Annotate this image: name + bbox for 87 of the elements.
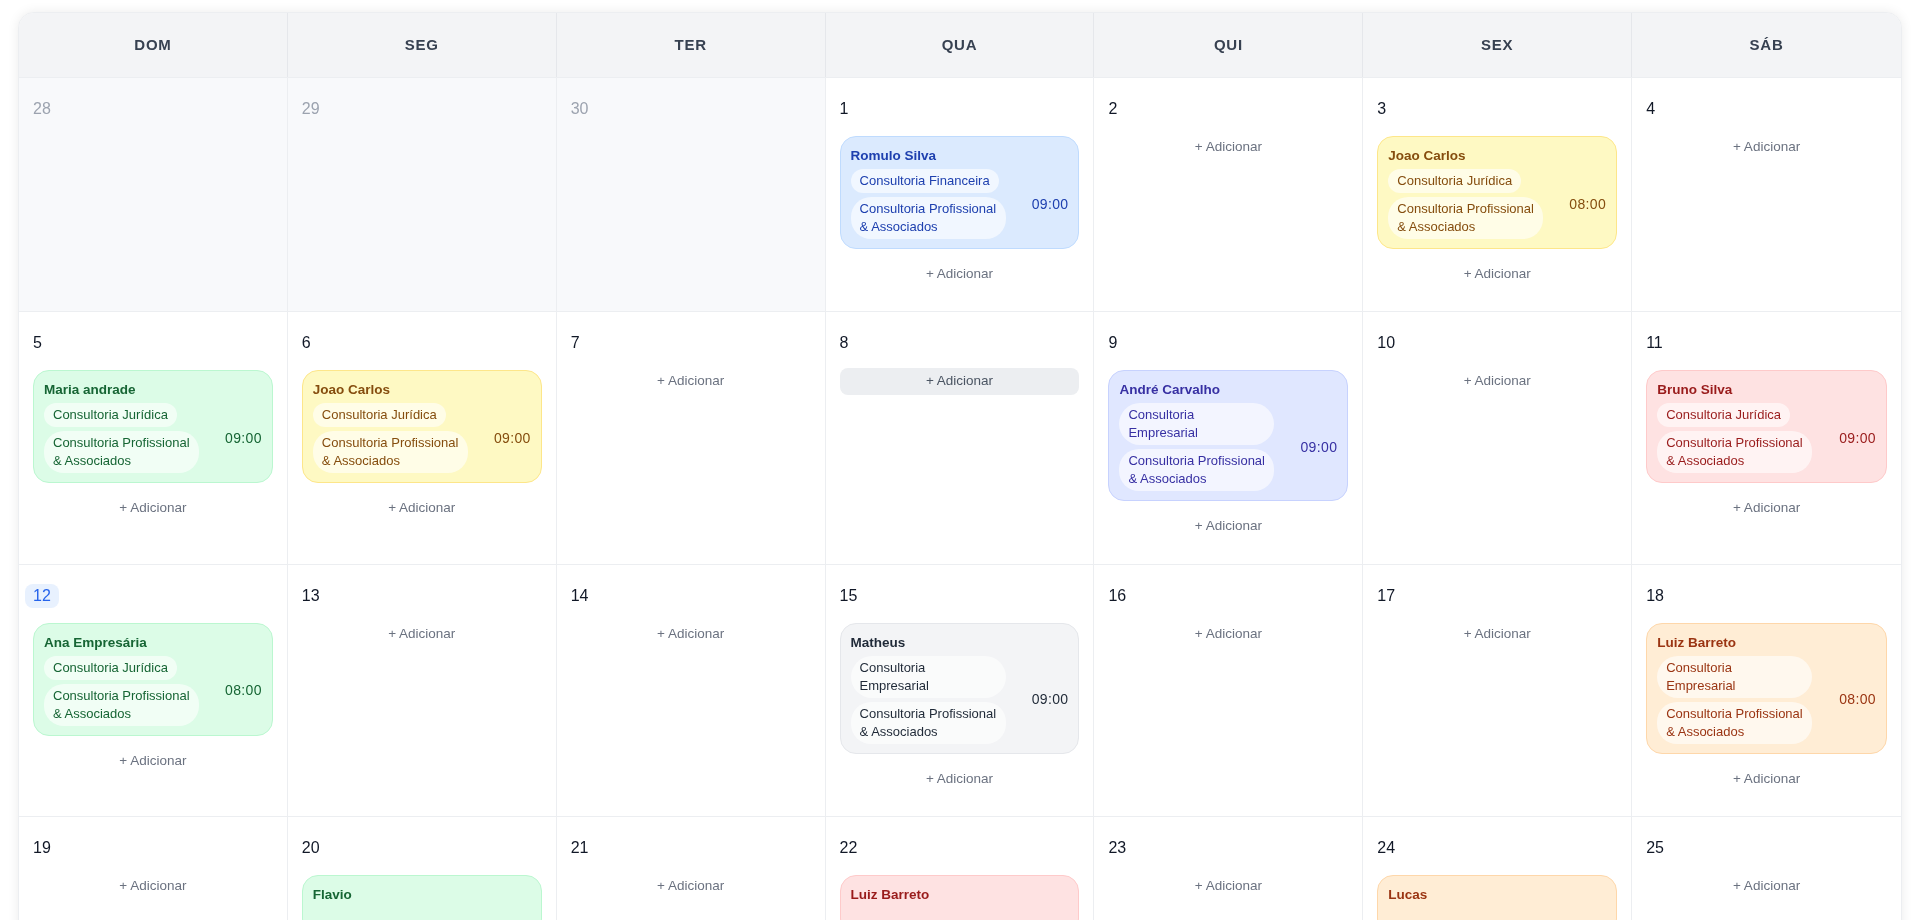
day-number: 8: [838, 333, 850, 354]
day-number: 30: [569, 99, 590, 119]
day-number: 7: [569, 333, 581, 354]
service-tag: Consultoria Empresarial: [850, 655, 1006, 698]
client-name: André Carvalho: [1119, 381, 1221, 400]
client-name: Maria andrade: [44, 381, 137, 400]
day-number: 12: [25, 583, 59, 608]
day-number: 2: [1107, 99, 1119, 119]
client-name: Flavio: [312, 885, 353, 904]
appointment-time: 09:00: [1031, 690, 1069, 709]
service-tag: Consultoria Profissional & Associados: [1657, 431, 1813, 474]
appointment-time: 09:00: [1839, 428, 1876, 448]
appointment-time: 09:00: [1300, 437, 1338, 457]
appointment-time: 09:00: [225, 428, 262, 448]
weekday-header: DOM: [134, 34, 172, 55]
service-tag: Consultoria Profissional & Associados: [1657, 701, 1813, 744]
service-tag: Consultoria Profissional & Associados: [312, 431, 468, 474]
client-name: Ana Empresária: [44, 633, 148, 652]
weekday-header: SÁB: [1749, 34, 1784, 55]
client-name: Romulo Silva: [850, 147, 938, 165]
day-number: 23: [1107, 837, 1128, 858]
client-name: Matheus: [850, 633, 907, 652]
day-number: 4: [1645, 99, 1657, 119]
day-number: 5: [32, 333, 43, 354]
appointment-card[interactable]: André Carvalho Consultoria Empresarial Consultoria Profissional & Associados 09:00: [1108, 370, 1349, 502]
service-tag: Consultoria Profissional & Associados: [850, 197, 1006, 239]
appointment-time: 09:00: [1031, 194, 1069, 214]
day-number: 25: [1645, 837, 1665, 858]
day-number: 21: [569, 837, 590, 858]
day-number: 24: [1376, 837, 1397, 858]
client-name: Joao Carlos: [1388, 147, 1467, 165]
weekday-header: QUA: [941, 34, 978, 55]
service-tag: Consultoria Profissional & Associados: [44, 683, 199, 726]
day-number: 22: [838, 837, 859, 858]
appointment-card[interactable]: Luiz Barreto: [839, 874, 1080, 920]
day-number: 20: [300, 837, 321, 858]
appointment-card[interactable]: Joao Carlos Consultoria Jurídica Consultoria Profissional & Associados 09:00: [301, 370, 542, 484]
day-number: 9: [1107, 333, 1119, 354]
day-number: 28: [32, 99, 52, 119]
appointment-card[interactable]: Maria andrade Consultoria Jurídica Consultoria Profissional & Associados 09:00: [33, 370, 273, 484]
appointment-card[interactable]: Flavio: [301, 874, 542, 920]
client-name: Luiz Barreto: [1657, 633, 1737, 652]
day-number: 11: [1645, 333, 1664, 354]
service-tag: Consultoria Jurídica: [44, 403, 177, 428]
day-number: 29: [300, 99, 321, 119]
client-name: Joao Carlos: [312, 381, 392, 400]
appointment-card[interactable]: Matheus Consultoria Empresarial Consultoria Profissional & Associados 09:00: [839, 622, 1080, 754]
weekday-header: TER: [674, 34, 707, 55]
day-number: 18: [1645, 585, 1665, 606]
appointment-card[interactable]: Joao Carlos Consultoria Jurídica Consultoria Profissional & Associados 08:00: [1377, 136, 1618, 249]
service-tag: Consultoria Jurídica: [1388, 169, 1522, 193]
add-appointment-button[interactable]: + Adicionar: [839, 368, 1080, 395]
weekday-header: SEG: [404, 34, 439, 55]
day-number: 15: [838, 585, 859, 606]
service-tag: Consultoria Profissional & Associados: [44, 431, 199, 474]
service-tag: Consultoria Financeira: [850, 169, 999, 193]
day-number: 19: [32, 837, 52, 858]
client-name: Lucas: [1388, 885, 1429, 904]
day-number: 1: [838, 99, 850, 119]
appointment-card[interactable]: Bruno Silva Consultoria Jurídica Consultoria Profissional & Associados 09:00: [1646, 370, 1887, 484]
appointment-card[interactable]: Romulo Silva Consultoria Financeira Consultoria Profissional & Associados 09:00: [839, 136, 1080, 249]
service-tag: Consultoria Jurídica: [1657, 403, 1791, 428]
day-number: 17: [1376, 585, 1397, 606]
appointment-card[interactable]: Lucas: [1377, 874, 1618, 920]
appointment-time: 08:00: [1839, 690, 1876, 709]
service-tag: Consultoria Empresarial: [1657, 655, 1813, 698]
service-tag: Consultoria Jurídica: [44, 655, 177, 680]
day-number: 6: [300, 333, 312, 354]
service-tag: Consultoria Profissional & Associados: [1388, 197, 1544, 239]
client-name: Luiz Barreto: [850, 885, 931, 904]
weekday-header: QUI: [1213, 34, 1243, 55]
service-tag: Consultoria Profissional & Associados: [1119, 449, 1275, 492]
appointment-time: 08:00: [225, 681, 262, 700]
day-number: 3: [1376, 99, 1388, 119]
appointment-time: 08:00: [1569, 194, 1607, 214]
service-tag: Consultoria Empresarial: [1119, 403, 1275, 446]
client-name: Bruno Silva: [1657, 381, 1734, 400]
day-number: 13: [300, 585, 321, 606]
day-number: 16: [1107, 585, 1128, 606]
day-number: 14: [569, 585, 590, 606]
day-number: 10: [1376, 333, 1397, 354]
appointment-card[interactable]: Luiz Barreto Consultoria Empresarial Consultoria Profissional & Associados 08:00: [1646, 622, 1887, 754]
weekday-header: SEX: [1481, 34, 1514, 55]
appointment-card[interactable]: Ana Empresária Consultoria Jurídica Consultoria Profissional & Associados 08:00: [33, 622, 273, 736]
appointment-time: 09:00: [493, 428, 531, 448]
service-tag: Consultoria Jurídica: [312, 403, 446, 428]
service-tag: Consultoria Profissional & Associados: [850, 701, 1006, 744]
